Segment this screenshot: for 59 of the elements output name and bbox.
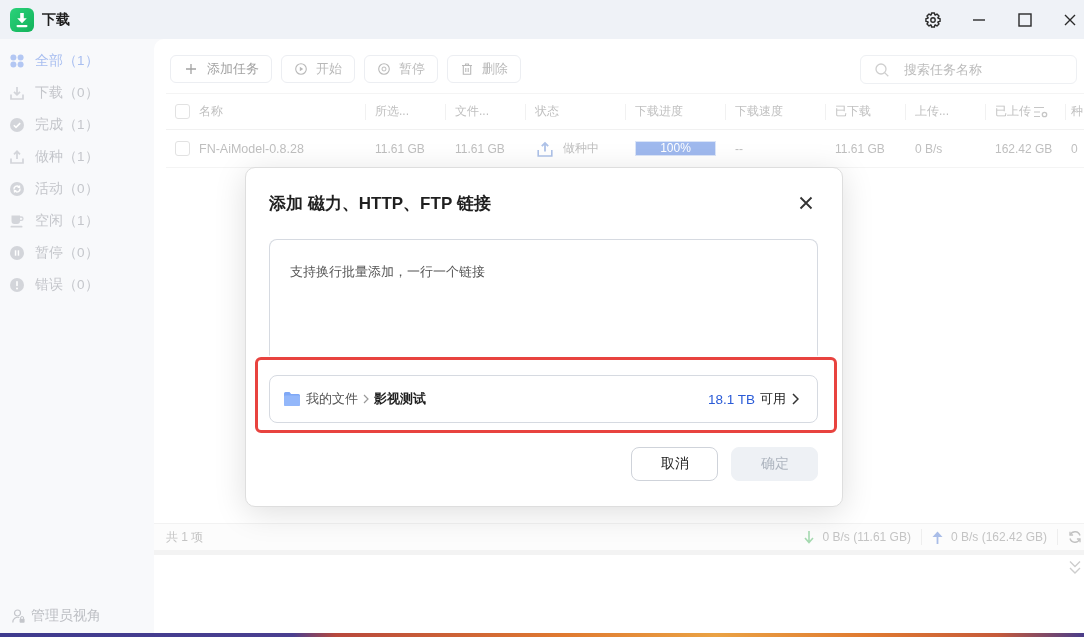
table-cell: 11.61 GB [375,141,425,156]
row-checkbox[interactable] [175,141,190,156]
table-cell: 0 B/s [915,141,943,156]
cancel-button[interactable]: 取消 [631,447,718,481]
table-cell: 11.61 GB [455,141,505,156]
progress-label: 100% [660,142,691,155]
sync-circle-icon [10,182,24,196]
double-chevron-down-icon[interactable] [1069,560,1081,575]
column-header[interactable]: 所选... [375,103,409,120]
column-header[interactable]: 下载进度 [635,103,683,120]
status-label: 做种中 [563,140,599,157]
chevron-right-icon [792,393,799,405]
table-cell: -- [735,141,743,156]
table-cell: 0 [1071,141,1078,156]
upload-arrow-icon [931,530,943,544]
breadcrumb-item[interactable]: 我的文件 [306,390,358,408]
free-space-value: 18.1 TB [707,391,755,407]
column-settings-icon[interactable] [1033,105,1048,118]
folder-picker[interactable]: 我的文件 影视测试 18.1 TB 可用 [269,375,818,423]
dialog-title: 添加 磁力、HTTP、FTP 链接 [269,192,491,215]
free-space-label: 可用 [760,390,786,408]
download-total: 0 B/s (11.61 GB) [822,530,911,544]
link-input-field[interactable]: 支持换行批量添加，一行一个链接 [269,239,818,356]
download-icon [10,86,24,100]
upload-icon [537,140,553,157]
table-cell: 162.42 GB [995,141,1053,156]
cup-icon [10,214,24,228]
window-title: 下载 [42,10,70,29]
table-cell: 11.61 GB [835,141,885,156]
close-icon[interactable] [1063,12,1077,27]
user-lock-icon [12,609,25,623]
search-field[interactable]: 搜索任务名称 [860,55,1077,84]
exclamation-circle-icon [10,278,24,292]
breadcrumb-item[interactable]: 影视测试 [374,390,426,408]
column-header[interactable]: 名称 [199,103,223,120]
chevron-right-icon [363,394,369,404]
select-all-checkbox[interactable] [175,104,190,119]
column-header[interactable]: 文件... [455,103,489,120]
plus-icon[interactable] [186,64,196,74]
app-logo-icon [10,7,34,32]
column-header[interactable]: 状态 [535,103,559,120]
column-header[interactable]: 下载速度 [735,103,783,120]
pause-circle-icon [10,246,24,260]
close-icon[interactable] [799,196,813,210]
grid-icon [10,54,24,68]
download-arrow-icon [804,530,815,544]
add-task-button[interactable]: 添加任务 [170,55,272,83]
maximize-icon[interactable] [1018,12,1032,27]
column-header[interactable]: 种 [1071,103,1083,120]
settings-icon[interactable] [925,11,941,28]
task-name: FN-AiModel-0.8.28 [199,141,304,156]
sidebar-item[interactable]: 全部（1） [0,45,154,77]
folder-icon [284,392,300,406]
search-input[interactable]: 搜索任务名称 [904,62,1064,77]
upload-icon [10,150,24,164]
column-header[interactable]: 已下载 [835,103,871,120]
check-circle-icon [10,118,24,132]
search-icon [875,62,889,77]
refresh-icon[interactable] [1068,530,1082,544]
